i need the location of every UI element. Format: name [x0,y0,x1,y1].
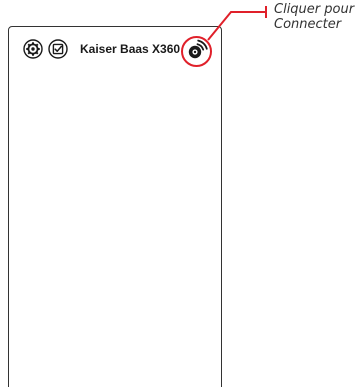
callout-line-2: Connecter [274,17,342,32]
settings-icon [23,39,43,59]
select-button[interactable] [48,39,68,59]
screenshot-stage: Kaiser Baas X360 Cliquer pour Connecter [0,0,361,387]
settings-button[interactable] [23,39,43,59]
device-title: Kaiser Baas X360 [80,42,181,56]
checkbox-icon [48,39,68,59]
callout-line-1: Cliquer pour [274,2,355,17]
phone-frame: Kaiser Baas X360 [8,26,222,387]
callout-annotation: Cliquer pour Connecter [274,2,354,32]
connect-highlight-ring [181,36,212,67]
